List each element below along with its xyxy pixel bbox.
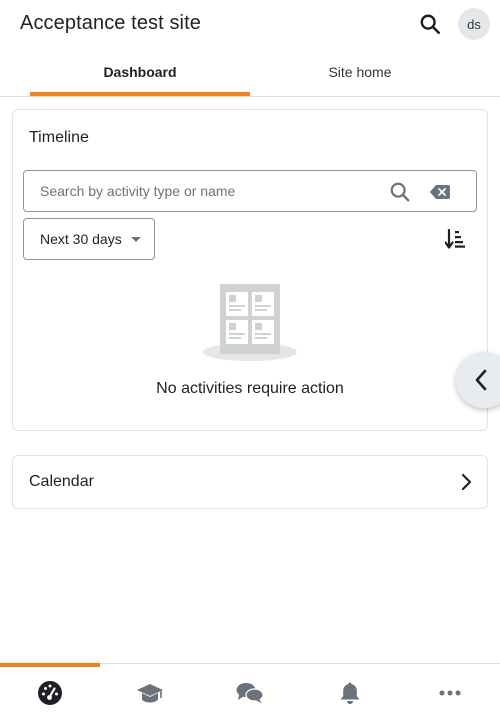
timeline-search-box [23, 170, 477, 212]
user-avatar[interactable]: ds [458, 8, 490, 40]
empty-state-message: No activities require action [156, 380, 344, 397]
main-tabs: Dashboard Site home [0, 48, 500, 97]
nav-my-courses[interactable] [100, 664, 200, 720]
chat-bubbles-icon [236, 682, 264, 703]
search-icon [420, 14, 440, 34]
clear-search-button[interactable] [428, 180, 452, 204]
timeline-block: Timeline Next 30 days [12, 109, 488, 431]
active-tab-indicator [30, 92, 250, 96]
bottom-tab-bar [0, 663, 500, 720]
filter-selected-value: Next 30 days [40, 231, 122, 247]
timeline-sort-button[interactable] [443, 226, 469, 252]
dashboard-icon [38, 680, 62, 705]
tab-dashboard[interactable]: Dashboard [30, 48, 250, 96]
timeline-search-button[interactable] [388, 180, 412, 204]
caret-down-icon [131, 237, 141, 242]
empty-activities-illustration [203, 282, 299, 366]
calendar-block[interactable]: Calendar [12, 455, 488, 509]
backspace-icon [430, 185, 450, 199]
app-header: Acceptance test site ds [0, 0, 500, 48]
chevron-right-icon [457, 472, 477, 492]
timeline-search-input[interactable] [40, 171, 380, 211]
chevron-left-icon [470, 368, 492, 392]
search-icon [390, 182, 410, 202]
nav-dashboard[interactable] [0, 664, 100, 720]
nav-notifications[interactable] [300, 664, 400, 720]
graduation-cap-icon [137, 683, 163, 702]
header-search-button[interactable] [414, 8, 446, 40]
tab-site-home[interactable]: Site home [250, 48, 470, 96]
calendar-title: Calendar [29, 473, 94, 490]
site-title: Acceptance test site [20, 12, 201, 34]
sort-amount-down-icon [445, 229, 465, 249]
more-icon [439, 690, 461, 695]
timeline-day-filter[interactable]: Next 30 days [23, 218, 155, 260]
timeline-title: Timeline [29, 129, 89, 146]
nav-more[interactable] [400, 664, 500, 720]
bell-icon [340, 682, 360, 704]
nav-messages[interactable] [200, 664, 300, 720]
